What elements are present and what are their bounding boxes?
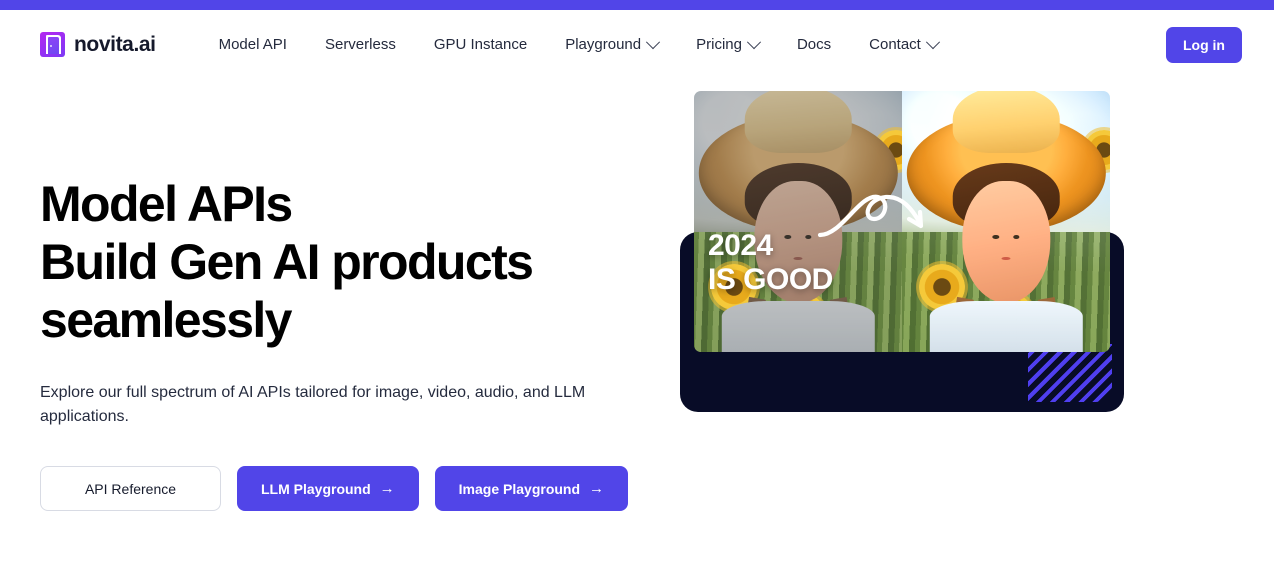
nav-item-gpu-instance[interactable]: GPU Instance <box>415 28 546 61</box>
title-line-2: Build Gen AI products <box>40 234 534 290</box>
button-label: LLM Playground <box>261 480 371 497</box>
nav-item-docs[interactable]: Docs <box>778 28 850 61</box>
nav-item-pricing[interactable]: Pricing <box>677 28 778 61</box>
door-logo-icon <box>40 32 65 57</box>
nav-item-model-api[interactable]: Model API <box>200 28 306 61</box>
nav-item-contact[interactable]: Contact <box>850 28 957 61</box>
page-title: Model APIs Build Gen AI products seamles… <box>40 175 680 349</box>
title-line-3: seamlessly <box>40 292 293 348</box>
chevron-down-icon <box>746 34 762 49</box>
llm-playground-button[interactable]: LLM Playground → <box>237 466 419 511</box>
api-reference-button[interactable]: API Reference <box>40 466 221 511</box>
nav-label: Model API <box>218 36 287 53</box>
title-line-1: Model APIs <box>40 176 293 232</box>
chevron-down-icon <box>925 34 940 49</box>
hero-visual: 2024 IS GOOD <box>680 79 1234 479</box>
nav-label: Serverless <box>324 36 396 53</box>
hero-section: Model APIs Build Gen AI products seamles… <box>0 79 1274 511</box>
login-button[interactable]: Log in <box>1166 26 1242 63</box>
main-nav: Model API Serverless GPU Instance Playgr… <box>200 28 1166 61</box>
button-label: API Reference <box>84 480 177 497</box>
chevron-down-icon <box>646 34 661 49</box>
nav-label: Contact <box>869 36 921 53</box>
after-image <box>902 91 1110 352</box>
site-header: novita.ai Model API Serverless GPU Insta… <box>0 10 1274 79</box>
before-after-comparison <box>694 91 1110 352</box>
nav-label: Playground <box>565 36 642 53</box>
diagonal-stripes-decoration <box>1028 344 1112 402</box>
arrow-right-icon: → <box>589 480 605 497</box>
cta-row: API Reference LLM Playground → Image Pla… <box>40 466 680 511</box>
nav-item-playground[interactable]: Playground <box>546 28 677 61</box>
nav-label: GPU Instance <box>433 36 528 53</box>
hero-subtitle: Explore our full spectrum of AI APIs tai… <box>40 384 586 425</box>
brand-logo[interactable]: novita.ai <box>40 32 156 57</box>
nav-item-serverless[interactable]: Serverless <box>306 28 415 61</box>
image-playground-button[interactable]: Image Playground → <box>434 466 629 511</box>
nav-label: Pricing <box>696 36 742 53</box>
before-image <box>694 91 902 352</box>
brand-name: novita.ai <box>74 32 156 56</box>
arrow-right-icon: → <box>379 480 395 497</box>
top-accent-bar <box>0 0 1274 10</box>
nav-label: Docs <box>796 36 832 53</box>
button-label: Image Playground <box>458 480 581 497</box>
hero-copy: Model APIs Build Gen AI products seamles… <box>40 79 680 511</box>
